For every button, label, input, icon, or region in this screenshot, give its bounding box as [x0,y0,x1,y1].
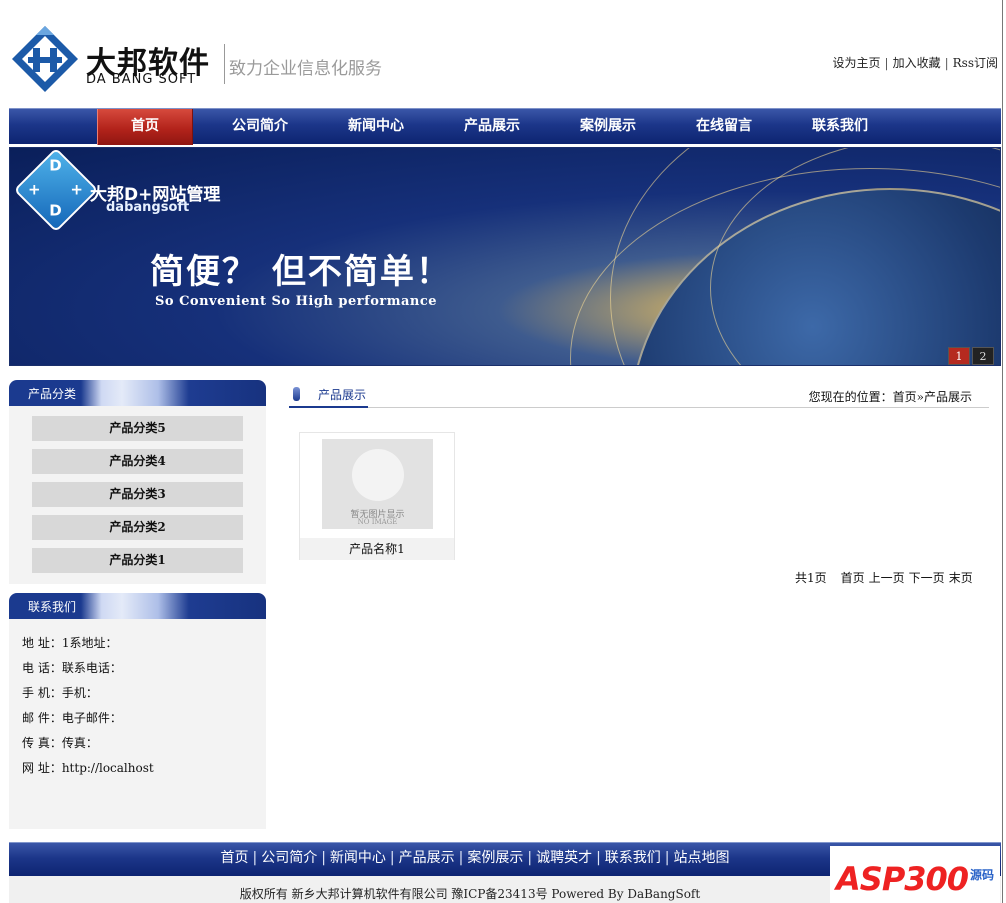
hero-banner[interactable]: D + + D 大邦D+网站管理 dabangsoft 简便？ 但不简单！ So… [9,147,1001,366]
cube-letter: D [49,201,62,220]
footer-link-contact[interactable]: 联系我们 [605,850,661,866]
contact-fax: 传 真：传真： [22,736,98,750]
product-name[interactable]: 产品名称1 [300,538,454,560]
category-panel-header: 产品分类 [9,380,266,406]
contact-website[interactable]: 网 址：http://localhost [22,759,154,776]
nav-item-home[interactable]: 首页 [97,109,193,145]
category-panel-title: 产品分类 [28,387,77,401]
banner-headline: 简便？ 但不简单！ [150,252,452,292]
banner-tagline: So Convenient So High performance [155,294,438,309]
cube-letter: D [49,156,62,175]
contact-phone: 电 话：联系电话： [22,661,122,675]
slogan: 致力企业信息化服务 [229,59,382,79]
contact-address: 地 址：1系地址： [22,636,118,650]
cube-letter: + [70,180,83,199]
content-header: 产品展示 您现在的位置：首页»产品展示 [289,380,989,408]
breadcrumb: 您现在的位置：首页»产品展示 [808,390,972,404]
separator: | [944,56,949,70]
footer-link-products[interactable]: 产品展示 [399,850,455,866]
site-header: 大邦软件 DA BANG SOFT 致力企业信息化服务 设为主页 | 加入收藏 | Rs… [0,0,1006,108]
watermark-text: ASP300 [836,860,969,898]
product-card[interactable]: 暂无图片显示 NO IMAGE 产品名称1 [299,432,455,560]
footer-link-about[interactable]: 公司简介 [261,850,317,866]
contact-mobile: 手 机：手机： [22,686,98,700]
slide-dot-2[interactable]: 2 [972,347,994,365]
set-homepage-link[interactable]: 设为主页 [833,56,881,70]
separator: | [321,850,326,866]
next-page-link[interactable]: 下一页 [909,571,945,585]
separator: | [527,850,533,866]
category-panel: 产品分类 产品分类5 产品分类4 产品分类3 产品分类2 产品分类1 [9,380,266,584]
category-item[interactable]: 产品分类2 [32,515,243,540]
nav-item-contact[interactable]: 联系我们 [792,109,888,145]
logo-divider [224,44,225,84]
window-edge [1002,0,1003,903]
nav-item-products[interactable]: 产品展示 [444,109,540,145]
footer-link-sitemap[interactable]: 站点地图 [674,850,730,866]
separator: | [252,850,258,866]
tab-label: 产品展示 [318,388,367,402]
contact-email: 邮 件：电子邮件： [22,711,122,725]
rss-link[interactable]: Rss订阅 [953,56,998,70]
first-page-link[interactable]: 首页 [841,571,865,585]
footer-link-cases[interactable]: 案例展示 [467,850,523,866]
banner-brand-sub: dabangsoft [106,200,190,215]
category-item[interactable]: 产品分类1 [32,548,243,573]
separator: | [884,56,889,70]
nav-item-news[interactable]: 新闻中心 [328,109,424,145]
footer-link-jobs[interactable]: 诚聘英才 [536,850,592,866]
asp300-watermark: ASP300 源码 [830,846,1000,903]
nav-item-about[interactable]: 公司简介 [212,109,308,145]
logo-subtext: DA BANG SOFT [86,72,197,87]
dabang-logo-icon[interactable] [10,24,80,94]
footer-link-home[interactable]: 首页 [220,850,248,866]
no-image-logo-icon [352,449,404,501]
cube-letter: + [27,180,41,199]
nav-item-guestbook[interactable]: 在线留言 [676,109,772,145]
top-links: 设为主页 | 加入收藏 | Rss订阅 [833,54,998,71]
contact-panel: 联系我们 地 址：1系地址： 电 话：联系电话： 手 机：手机： 邮 件：电子邮… [9,593,266,829]
footer-link-news[interactable]: 新闻中心 [330,850,386,866]
separator: | [664,850,670,866]
contact-panel-title: 联系我们 [28,600,77,614]
category-item[interactable]: 产品分类3 [32,482,243,507]
slide-dot-1[interactable]: 1 [948,347,970,365]
product-image-placeholder[interactable]: 暂无图片显示 NO IMAGE [322,439,433,529]
prev-page-link[interactable]: 上一页 [869,571,905,585]
tab-marker-icon [293,387,300,401]
tab-products[interactable]: 产品展示 [289,380,368,408]
separator: | [389,850,395,866]
contact-panel-header: 联系我们 [9,593,266,619]
pagination: 共1页 首页 上一页 下一页 末页 [795,569,977,586]
separator: | [596,850,601,866]
add-favorite-link[interactable]: 加入收藏 [893,56,941,70]
main-nav: 首页 公司简介 新闻中心 产品展示 案例展示 在线留言 联系我们 [9,108,1001,145]
category-item[interactable]: 产品分类5 [32,416,243,441]
nav-item-cases[interactable]: 案例展示 [560,109,656,145]
d-plus-cube-icon: D + + D [13,148,99,233]
watermark-side-text: 源码 [970,868,995,882]
last-page-link[interactable]: 末页 [949,571,973,585]
slide-pager: 1 2 [946,347,994,365]
page-total: 共1页 [795,571,827,585]
no-image-text-en: NO IMAGE [357,518,398,526]
category-item[interactable]: 产品分类4 [32,449,243,474]
separator: | [458,850,464,866]
